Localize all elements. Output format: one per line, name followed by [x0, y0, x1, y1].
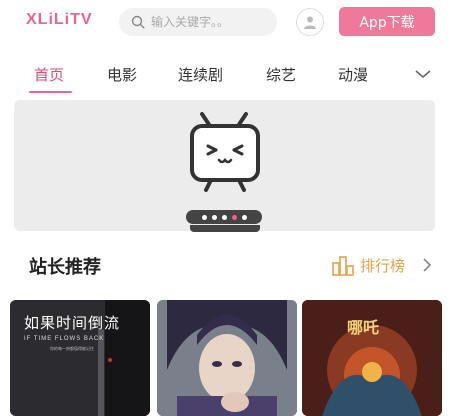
chevron-down-icon[interactable] [414, 68, 432, 80]
poster-title: 如果时间倒流 [24, 314, 121, 332]
tv-mascot-icon [190, 112, 260, 192]
carousel-dot[interactable] [211, 214, 217, 220]
ranking-link[interactable]: 排行榜 [332, 255, 405, 276]
ranking-label: 排行榜 [360, 257, 406, 275]
tv-stand-decoration [190, 225, 260, 232]
banner-carousel[interactable] [14, 100, 435, 231]
tab-anime[interactable]: 动漫 [338, 64, 368, 85]
app-download-button[interactable]: App下载 [339, 7, 435, 36]
tab-series[interactable]: 连续剧 [178, 64, 223, 85]
poster-title: 哪吒 [347, 318, 380, 337]
user-avatar[interactable] [296, 8, 324, 36]
poster-tagline: 你的每一刻都值得被记住 [50, 346, 94, 351]
search-box[interactable] [119, 8, 277, 36]
poster-subtitle: IF TIME FLOWS BACK [24, 336, 105, 342]
category-tabs: 首页 电影 连续剧 综艺 动漫 [0, 56, 450, 96]
top-header: XLiLiTV App下载 [0, 0, 450, 44]
site-logo[interactable]: XLiLiTV [26, 11, 93, 29]
search-input[interactable] [151, 15, 269, 29]
carousel-dot[interactable] [201, 214, 207, 220]
section-title: 站长推荐 [29, 257, 101, 278]
ranking-icon [332, 255, 354, 276]
chevron-right-icon[interactable] [421, 257, 433, 273]
user-icon [304, 16, 316, 29]
carousel-dot-active[interactable] [231, 214, 237, 220]
carousel-dot[interactable] [241, 214, 247, 220]
poster-art [157, 300, 297, 416]
search-icon [131, 15, 145, 29]
carousel-dot[interactable] [221, 214, 227, 220]
tab-home[interactable]: 首页 [34, 64, 64, 85]
recommend-list: 如果时间倒流 IF TIME FLOWS BACK 你的每一刻都值得被记住 哪吒 [10, 300, 442, 416]
movie-card[interactable] [157, 300, 297, 416]
active-tab-indicator [29, 91, 72, 93]
carousel-indicator [186, 210, 262, 224]
movie-card[interactable]: 哪吒 [302, 300, 442, 416]
movie-card[interactable]: 如果时间倒流 IF TIME FLOWS BACK 你的每一刻都值得被记住 [10, 300, 150, 416]
tab-variety[interactable]: 综艺 [266, 64, 296, 85]
tab-movies[interactable]: 电影 [107, 64, 137, 85]
